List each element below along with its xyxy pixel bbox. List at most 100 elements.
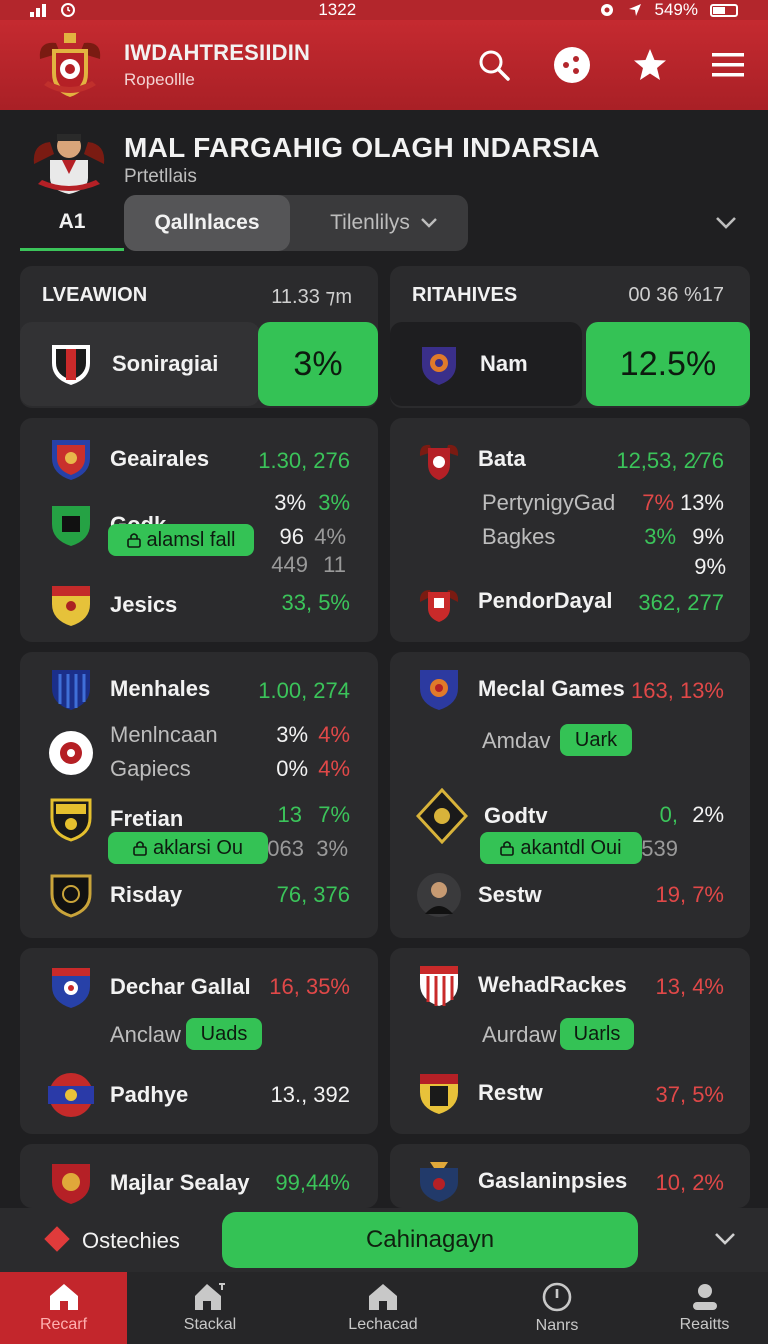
tag-pill[interactable]: Uads [186,1018,262,1050]
stat-label: PertynigyGad [482,490,616,515]
status-bar: 1322 549% [0,0,768,20]
team-row[interactable]: Sestw [416,872,542,918]
stat-b: 7% [318,802,350,827]
tag-label: akantdl Oui [520,836,622,859]
chevron-down-icon[interactable] [710,1224,740,1254]
primary-action-button[interactable]: Cahinagayn [222,1212,638,1268]
location-icon [600,4,613,16]
team-name: Fretian [110,806,184,831]
highlight-card-liveaction[interactable]: LVEAWION 11.33 ⁊m Soniragiai 3% [20,266,378,408]
team-shield-icon [52,586,90,626]
team-row[interactable]: Restw [416,1070,543,1116]
percent-badge[interactable]: 12.5% [586,322,750,406]
stat-d: 3% [316,836,348,861]
match-card[interactable]: Geairales 1.30, 276 Godk 3% 3% alamsl fa… [20,418,378,642]
tag-pill[interactable]: Uark [560,724,632,756]
nav-item-profile[interactable]: Reaitts [641,1272,768,1344]
percent-badge[interactable]: 3% [258,322,378,406]
team-shield-icon [52,506,90,546]
team-name: Dechar Gallal [110,974,251,999]
menu-icon[interactable] [708,45,748,85]
team-shield-icon [420,670,458,710]
team-row[interactable]: WehadRackes [416,962,627,1008]
tab-bar: A1 Qallnlaces Tilenlilys [20,195,748,253]
chevron-down-icon [421,218,437,228]
team-row[interactable]: Geairales [48,436,209,482]
navigation-icon [628,4,641,16]
team-row[interactable]: Risday [48,872,182,918]
search-icon[interactable] [474,45,514,85]
nav-item-home[interactable]: Recarf [0,1272,127,1344]
tab-qallnlaces[interactable]: Qallnlaces [124,195,290,251]
match-card[interactable]: Meclal Games 163, 13% Amdav Uark Godtv 0… [390,652,750,938]
team-name: PendorDayal [478,588,613,613]
team-row[interactable]: Majlar Sealay [48,1160,249,1206]
team-row[interactable]: Menhales [48,666,210,712]
tag-pill[interactable]: aklarsi Ou [108,832,268,864]
nav-item-stackal[interactable]: Stackal [127,1272,293,1344]
tag-pill[interactable]: akantdl Oui [480,832,642,864]
team-row[interactable]: Jesics [48,582,177,628]
match-card[interactable]: Gaslaninpsies 10, 2% [390,1144,750,1208]
team-name: Menhales [110,676,211,701]
lock-icon [126,533,141,548]
nav-label: Nanrs [535,1317,579,1334]
tag-pill[interactable]: alamsl fall [108,524,254,556]
card-title: RITAHIVES [412,284,518,306]
team-row[interactable]: Bata [416,436,526,482]
app-subtitle: Ropeollle [124,70,195,89]
card-meta: 11.33 ⁊m [271,286,352,308]
nav-item-lechacad[interactable]: Lechacad [293,1272,473,1344]
signal-icon [30,3,46,17]
match-card[interactable]: Dechar Gallal 16, 35% Anclaw Uads Padhye… [20,948,378,1134]
house-icon [195,1283,225,1310]
expand-chevron-icon[interactable] [710,207,742,239]
tab-a1[interactable]: A1 [20,195,124,251]
status-time: 1322 [318,0,357,19]
card-meta: 00 36 %17 [628,284,724,306]
team-shield-icon [422,347,456,385]
team-row[interactable]: Dechar Gallal [48,964,251,1010]
tab-tilenlilys[interactable]: Tilenlilys [300,195,468,251]
team-shield-icon [52,440,90,480]
team-value: 99,44% [275,1170,350,1195]
stat-c: 9% [694,554,726,579]
team-value: 362, 277 [638,590,724,615]
highlight-team-row[interactable]: Nam [390,322,582,406]
highlight-team-row[interactable]: Soniragiai [20,322,260,406]
team-name: Majlar Sealay [110,1170,250,1195]
club-crest-logo[interactable] [34,29,106,101]
match-card[interactable]: Bata 12,53, 2⁄76 PertynigyGad 7% 13% Bag… [390,418,750,642]
team-name: Padhye [110,1082,189,1107]
ball-icon[interactable] [552,45,592,85]
team-shield-icon [420,1074,458,1114]
match-card[interactable]: WehadRackes 13, 4% Aurdaw Uarls Restw 37… [390,948,750,1134]
stat-a: 3% [276,722,308,747]
stat-b: 4% [318,756,350,781]
team-name: Restw [478,1080,543,1105]
team-name: WehadRackes [478,972,627,997]
team-value: 37, 5% [655,1082,725,1107]
team-badge-icon [416,788,468,844]
team-crest-icon [419,590,459,622]
stat-b: 13% [679,490,724,515]
team-name: Meclal Games [478,676,625,701]
stat-label: Anclaw [110,1022,181,1047]
match-card[interactable]: Majlar Sealay 99,44% [20,1144,378,1208]
team-name: Geairales [110,446,210,471]
team-value: 1.30, 276 [258,448,350,473]
team-value: 12,53, 2⁄76 [616,448,724,473]
team-row[interactable]: Padhye [48,1072,188,1118]
stat-b: 9% [692,524,724,549]
team-crest-icon [419,444,459,480]
nav-item-nanrs[interactable]: Nanrs [473,1272,641,1344]
stat-c: 96 [279,524,304,549]
favorites-star-icon[interactable] [630,45,670,85]
team-row[interactable]: PendorDayal [416,578,613,624]
team-row[interactable]: Gaslaninpsies [416,1158,627,1204]
team-value: 13., 392 [270,1082,350,1107]
tag-pill[interactable]: Uarls [560,1018,634,1050]
team-row[interactable]: Meclal Games [416,666,625,712]
highlight-card-ritahives[interactable]: RITAHIVES 00 36 %17 Nam 12.5% [390,266,750,408]
match-card[interactable]: Menhales 1.00, 274 Menlncaan 3% 4% Gapie… [20,652,378,938]
